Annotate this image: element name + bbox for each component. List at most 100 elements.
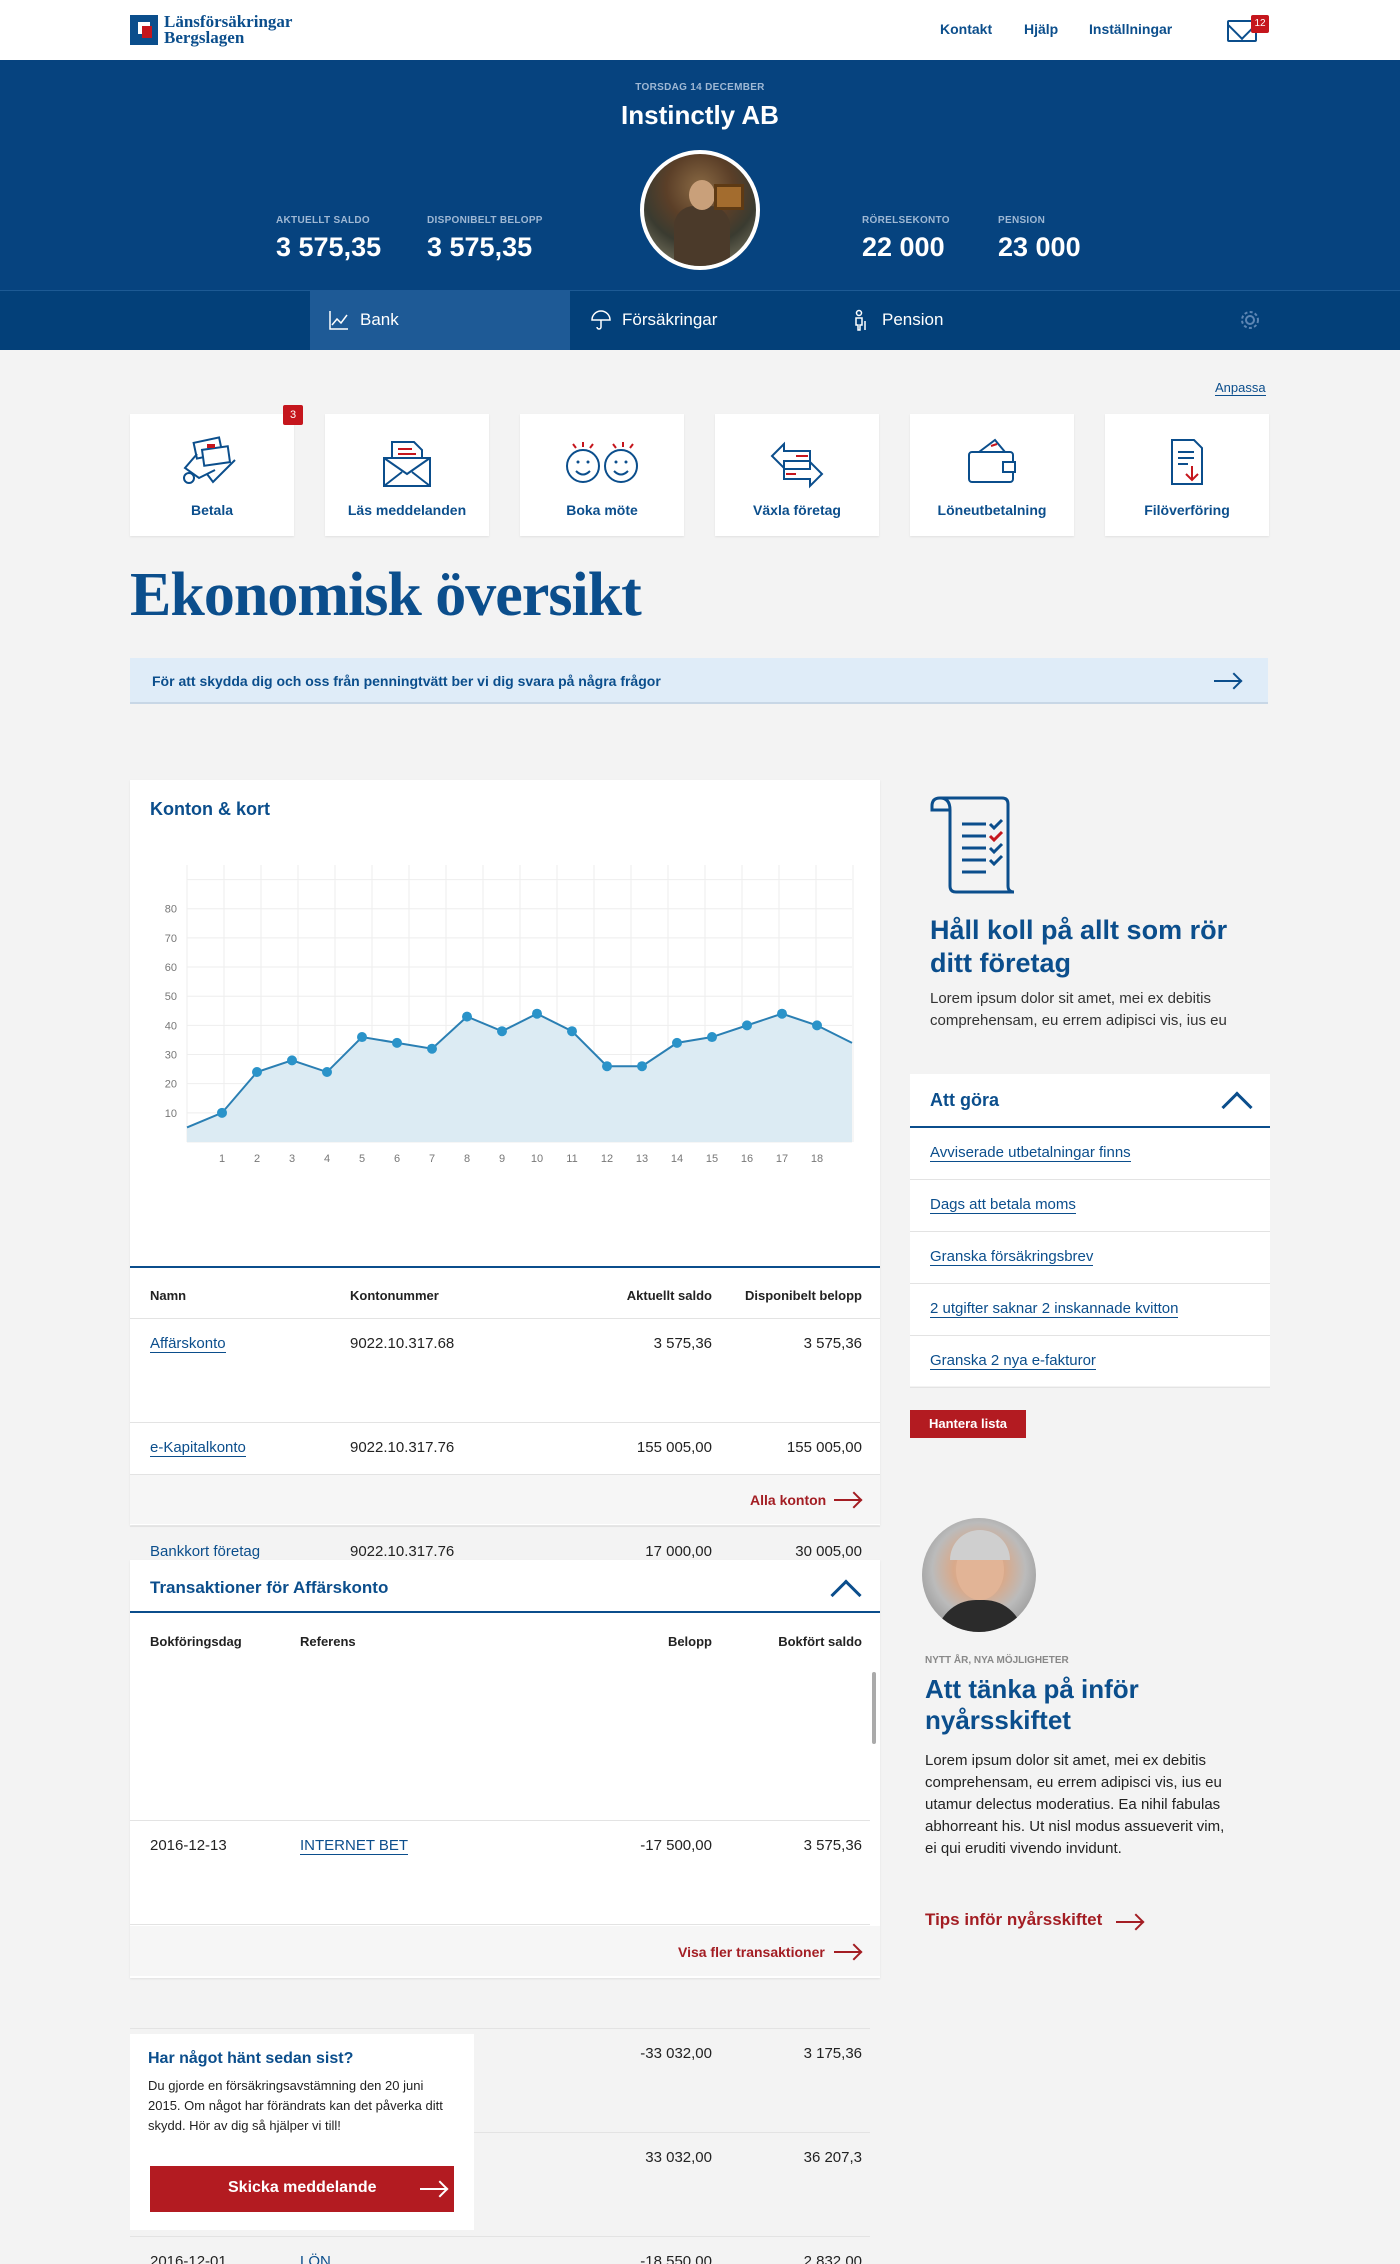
scrollbar-thumb[interactable] — [872, 1672, 876, 1744]
transaction-row[interactable]: 2016-12-13 INTERNET BET -17 500,00 3 575… — [130, 1820, 870, 1872]
customize-link[interactable]: Anpassa — [1215, 380, 1266, 396]
contact-card-text: Du gjorde en försäkringsavstämning den 2… — [148, 2078, 443, 2133]
col-namn: Namn — [150, 1288, 187, 1303]
transaction-amount: -17 500,00 — [640, 1837, 712, 1854]
todo-item[interactable]: Granska 2 nya e-fakturor — [910, 1336, 1270, 1388]
tile-filoverforing[interactable]: Filöverföring — [1105, 414, 1269, 536]
transaction-amount: -18 550,00 — [640, 2253, 712, 2264]
chart-line-icon — [329, 311, 348, 330]
x-tick-label: 1 — [219, 1153, 225, 1165]
x-tick-label: 5 — [359, 1153, 365, 1165]
chart-point — [707, 1032, 717, 1043]
x-tick-label: 14 — [671, 1153, 683, 1165]
message-envelope-icon — [383, 441, 431, 487]
y-tick-label: 40 — [165, 1020, 177, 1032]
account-row[interactable]: Affärskonto 9022.10.317.68 3 575,36 3 57… — [130, 1318, 880, 1370]
logo-mark-icon — [130, 15, 158, 45]
arrow-right-icon — [420, 2188, 446, 2190]
transaction-balance: 3 575,36 — [803, 1837, 862, 1854]
todo-item[interactable]: Avviserade utbetalningar finns — [910, 1128, 1270, 1180]
nav-link-installningar[interactable]: Inställningar — [1089, 21, 1172, 37]
todo-item-link[interactable]: Granska 2 nya e-fakturor — [930, 1352, 1096, 1370]
tile-loneutbetalning[interactable]: Löneutbetalning — [910, 414, 1074, 536]
send-message-label: Skicka meddelande — [228, 2179, 377, 2196]
transaction-reference-link[interactable]: LÖN — [300, 2253, 331, 2264]
tile-boka-mote[interactable]: Boka möte — [520, 414, 684, 536]
account-balance: 17 000,00 — [645, 1543, 712, 1560]
chart-point — [392, 1037, 402, 1048]
todo-item[interactable]: Dags att betala moms — [910, 1180, 1270, 1232]
todo-item-link[interactable]: 2 utgifter saknar 2 inskannade kvitton — [930, 1300, 1179, 1318]
stat-label-pension: PENSION — [998, 215, 1046, 226]
x-tick-label: 6 — [394, 1153, 400, 1165]
company-avatar[interactable] — [640, 150, 760, 270]
payment-icon — [183, 436, 236, 484]
y-tick-label: 80 — [165, 904, 177, 916]
account-available: 3 575,36 — [803, 1335, 862, 1352]
todo-item-link[interactable]: Dags att betala moms — [930, 1196, 1076, 1214]
transaction-balance: 3 175,36 — [803, 2045, 862, 2062]
transaction-balance: 36 207,3 — [803, 2149, 862, 2166]
nav-tab-pension[interactable]: Pension — [850, 290, 943, 350]
arrow-right-icon — [1214, 680, 1240, 682]
nav-link-hjalp[interactable]: Hjälp — [1024, 21, 1058, 37]
article-text: Lorem ipsum dolor sit amet, mei ex debit… — [925, 1752, 1225, 1857]
checklist-scroll-icon — [930, 796, 1015, 894]
article-link[interactable]: Tips inför nyårsskiftet — [925, 1910, 1102, 1930]
todo-title: Att göra — [930, 1090, 999, 1110]
brand-logo[interactable]: Länsförsäkringar Bergslagen — [130, 13, 292, 46]
contact-card-title: Har något hänt sedan sist? — [148, 2050, 354, 2067]
tile-betala[interactable]: Betala — [130, 414, 294, 536]
x-tick-label: 18 — [811, 1153, 823, 1165]
nav-tab-pension-label: Pension — [882, 310, 944, 329]
transaction-reference-link[interactable]: INTERNET BET — [300, 1837, 409, 1855]
account-name-link[interactable]: Affärskonto — [150, 1335, 226, 1353]
transaction-date: 2016-12-13 — [150, 1837, 227, 1854]
account-name-link[interactable]: Bankkort företag — [150, 1543, 261, 1561]
nav-tab-forsakringar[interactable]: Försäkringar — [590, 290, 717, 350]
account-name-link[interactable]: e-Kapitalkonto — [150, 1439, 246, 1457]
todo-item-link[interactable]: Granska försäkringsbrev — [930, 1248, 1094, 1266]
promo-text: Lorem ipsum dolor sit amet, mei ex debit… — [930, 990, 1227, 1029]
manage-list-button[interactable]: Hantera lista — [910, 1410, 1026, 1438]
account-available: 155 005,00 — [786, 1439, 862, 1456]
person-cane-icon — [855, 309, 866, 331]
tile-las-meddelanden[interactable]: Läs meddelanden — [325, 414, 489, 536]
more-transactions-link[interactable]: Visa fler transaktioner — [678, 1944, 825, 1960]
transaction-amount: 33 032,00 — [645, 2149, 712, 2166]
page-title: Ekonomisk översikt — [130, 561, 642, 629]
tile-vaxla-foretag-label: Växla företag — [753, 502, 841, 518]
tile-vaxla-foretag[interactable]: Växla företag — [715, 414, 879, 536]
col-kontonummer: Kontonummer — [350, 1288, 439, 1303]
transactions-title: Transaktioner för Affärskonto — [150, 1578, 389, 1597]
settings-gear-icon[interactable] — [1240, 310, 1260, 330]
all-accounts-link[interactable]: Alla konton — [750, 1492, 826, 1508]
stat-value-disponibelt: 3 575,35 — [427, 232, 533, 262]
x-tick-label: 13 — [636, 1153, 648, 1165]
aml-notice-banner[interactable]: För att skydda dig och oss från penningt… — [130, 658, 1268, 704]
nav-link-kontakt[interactable]: Kontakt — [940, 21, 992, 37]
account-row[interactable]: e-Kapitalkonto 9022.10.317.76 155 005,00… — [130, 1422, 880, 1474]
todo-item-link[interactable]: Avviserade utbetalningar finns — [930, 1144, 1131, 1162]
promo-title: Håll koll på allt som rör ditt företag — [930, 915, 1228, 978]
chart-point — [567, 1026, 577, 1037]
account-balance: 3 575,36 — [653, 1335, 712, 1352]
nav-tab-bank[interactable]: Bank — [310, 290, 570, 350]
stat-label-disponibelt: DISPONIBELT BELOPP — [427, 215, 543, 226]
todo-item[interactable]: Granska försäkringsbrev — [910, 1232, 1270, 1284]
send-message-button[interactable]: Skicka meddelande — [150, 2166, 454, 2212]
current-date: TORSDAG 14 DECEMBER — [635, 82, 765, 93]
todo-item[interactable]: 2 utgifter saknar 2 inskannade kvitton — [910, 1284, 1270, 1336]
account-number: 9022.10.317.76 — [350, 1439, 455, 1456]
chart-point — [322, 1067, 332, 1078]
tile-las-meddelanden-label: Läs meddelanden — [347, 502, 467, 518]
transaction-balance: 2 832,00 — [803, 2253, 862, 2264]
file-transfer-icon — [1171, 439, 1203, 485]
transaction-row[interactable]: 2016-12-01 LÖN -18 550,00 2 832,00 — [130, 2236, 870, 2264]
chevron-up-icon[interactable] — [1221, 1091, 1253, 1123]
wallet-icon — [968, 438, 1016, 483]
accounts-card-title: Konton & kort — [150, 799, 270, 819]
todo-header[interactable]: Att göra — [910, 1074, 1270, 1128]
chart-point — [812, 1020, 822, 1031]
y-tick-label: 20 — [165, 1079, 177, 1091]
